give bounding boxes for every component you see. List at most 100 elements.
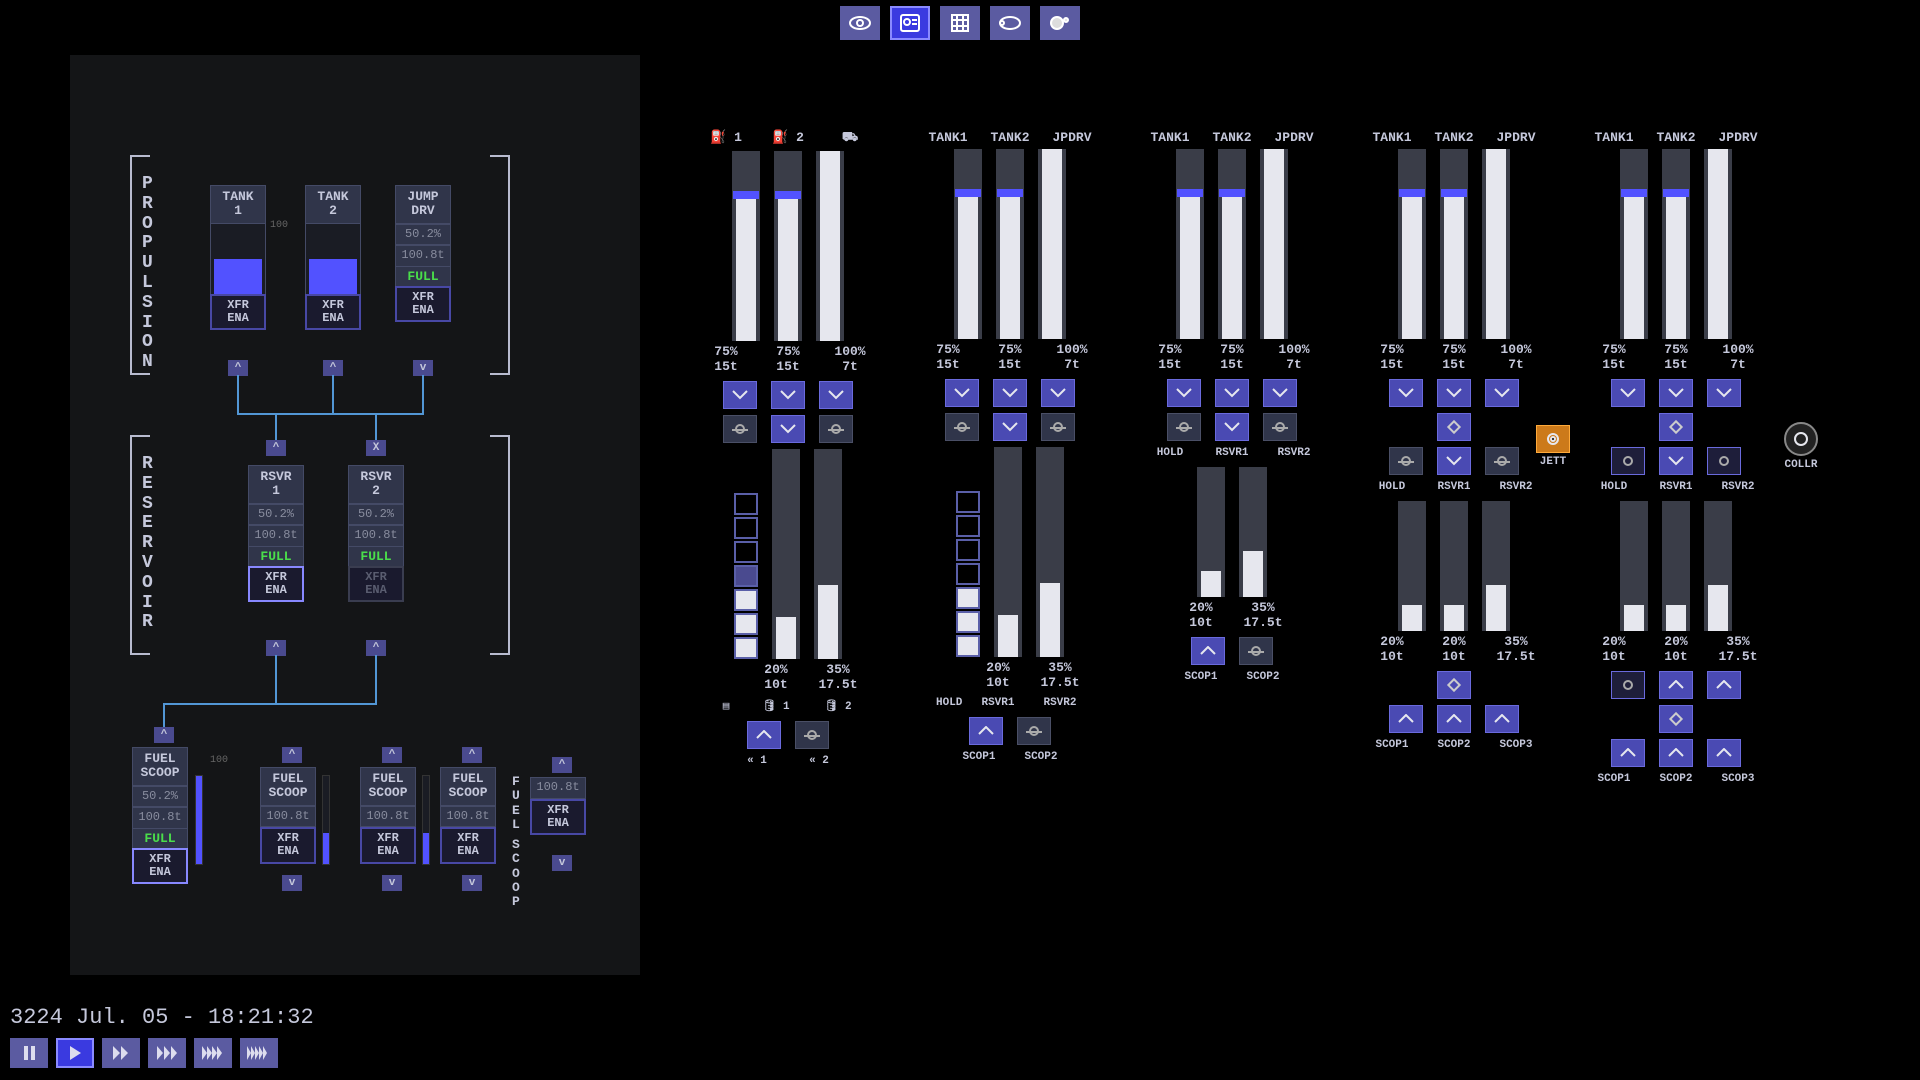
lane-E-scoop-btn-0[interactable]: [1611, 739, 1645, 767]
lane-A-tank-0-bar[interactable]: [732, 151, 760, 341]
lane-E-hub-bot[interactable]: [1659, 705, 1693, 733]
fuel-scoop-5-xfr-button[interactable]: XFR ENA: [530, 799, 586, 835]
fuel-scoop-3-xfr-button[interactable]: XFR ENA: [360, 827, 416, 863]
speed-4x-button[interactable]: [194, 1038, 232, 1068]
lane-A-hold-cell-2[interactable]: [734, 541, 758, 563]
lane-C-rsvr-1-bar[interactable]: [1239, 467, 1267, 597]
tank-1-xfr-button[interactable]: XFR ENA: [210, 294, 266, 330]
lane-C-valve-1[interactable]: [1215, 413, 1249, 441]
lane-A-hold-cell-6[interactable]: [734, 637, 758, 659]
lane-A-valve-0[interactable]: [723, 415, 757, 443]
lane-D-valve-2[interactable]: [1485, 447, 1519, 475]
lane-E-rsvr-2-bar[interactable]: [1704, 501, 1732, 631]
lane-B-hold-cell-4[interactable]: [956, 587, 980, 609]
lane-B-hold-cell-3[interactable]: [956, 563, 980, 585]
tank-2-xfr-button[interactable]: XFR ENA: [305, 294, 361, 330]
lane-B-rsvr-0-bar[interactable]: [994, 447, 1022, 657]
lane-A-scoop-btn-0[interactable]: [747, 721, 781, 749]
lane-E-drop-1[interactable]: [1659, 379, 1693, 407]
lane-E-tank-2-bar[interactable]: [1704, 149, 1732, 339]
lane-E-extra-1[interactable]: [1659, 671, 1693, 699]
lane-B-scoop-btn-1[interactable]: [1017, 717, 1051, 745]
lane-B-hold-cell-1[interactable]: [956, 515, 980, 537]
fuel-scoop-1-xfr-button[interactable]: XFR ENA: [132, 848, 188, 884]
lane-C-drop-1[interactable]: [1215, 379, 1249, 407]
lane-B-hold-cell-5[interactable]: [956, 611, 980, 633]
lane-B-valve-0[interactable]: [945, 413, 979, 441]
lane-A-valve-2[interactable]: [819, 415, 853, 443]
profile-button[interactable]: [890, 6, 930, 40]
lane-A-drop-2[interactable]: [819, 381, 853, 409]
tank-1-arrow[interactable]: ^: [228, 360, 248, 376]
lane-D-rsvr-0-bar[interactable]: [1398, 501, 1426, 631]
jump-drive-arrow[interactable]: v: [413, 360, 433, 376]
lane-C-rsvr-0-bar[interactable]: [1197, 467, 1225, 597]
scoop-5-bot-arrow[interactable]: v: [552, 855, 572, 871]
lane-B-hold-cell-2[interactable]: [956, 539, 980, 561]
lane-E-valve-1[interactable]: [1659, 447, 1693, 475]
lane-D-valve-1[interactable]: [1437, 447, 1471, 475]
lane-D-drop-0[interactable]: [1389, 379, 1423, 407]
lane-E-scoop-btn-2[interactable]: [1707, 739, 1741, 767]
lane-C-tank-0-bar[interactable]: [1176, 149, 1204, 339]
collr-button[interactable]: [1784, 422, 1818, 456]
lane-B-drop-0[interactable]: [945, 379, 979, 407]
rsvr-2-bot-button[interactable]: ^: [366, 640, 386, 656]
lane-A-hold-cell-4[interactable]: [734, 589, 758, 611]
lane-A-tank-2-bar[interactable]: [816, 151, 844, 341]
lane-A-scoop-btn-1[interactable]: [795, 721, 829, 749]
lane-D-drop-1[interactable]: [1437, 379, 1471, 407]
lane-A-hold-cell-0[interactable]: [734, 493, 758, 515]
lane-E-drop-2[interactable]: [1707, 379, 1741, 407]
lane-E-tank-0-bar[interactable]: [1620, 149, 1648, 339]
lane-D-valve-0[interactable]: [1389, 447, 1423, 475]
scoop-5-top-arrow[interactable]: ^: [552, 757, 572, 773]
scoop-3-bot-arrow[interactable]: v: [382, 875, 402, 891]
planet-button[interactable]: [1040, 6, 1080, 40]
lane-B-hold-cell-6[interactable]: [956, 635, 980, 657]
lane-A-valve-1[interactable]: [771, 415, 805, 443]
lane-E-valve-0[interactable]: [1611, 447, 1645, 475]
lane-D-hub-top[interactable]: [1437, 413, 1471, 441]
lane-C-scoop-btn-1[interactable]: [1239, 637, 1273, 665]
scoop-2-top-arrow[interactable]: ^: [282, 747, 302, 763]
lane-D-rsvr-1-bar[interactable]: [1440, 501, 1468, 631]
lane-A-rsvr-1-bar[interactable]: [814, 449, 842, 659]
lane-A-rsvr-0-bar[interactable]: [772, 449, 800, 659]
lane-B-hold-cell-0[interactable]: [956, 491, 980, 513]
rsvr-2-top-button[interactable]: X: [366, 440, 386, 456]
fuel-scoop-4-xfr-button[interactable]: XFR ENA: [440, 827, 496, 863]
lane-A-hold-cell-5[interactable]: [734, 613, 758, 635]
jett-button[interactable]: [1536, 425, 1570, 453]
lane-B-tank-2-bar[interactable]: [1038, 149, 1066, 339]
lane-B-rsvr-1-bar[interactable]: [1036, 447, 1064, 657]
view-button[interactable]: [840, 6, 880, 40]
lane-E-rsvr-1-bar[interactable]: [1662, 501, 1690, 631]
lane-B-drop-2[interactable]: [1041, 379, 1075, 407]
lane-E-tank-1-bar[interactable]: [1662, 149, 1690, 339]
lane-E-extra-2[interactable]: [1707, 671, 1741, 699]
lane-C-drop-2[interactable]: [1263, 379, 1297, 407]
lane-D-drop-2[interactable]: [1485, 379, 1519, 407]
lane-A-drop-0[interactable]: [723, 381, 757, 409]
lane-D-tank-0-bar[interactable]: [1398, 149, 1426, 339]
speed-3x-button[interactable]: [148, 1038, 186, 1068]
lane-D-tank-2-bar[interactable]: [1482, 149, 1510, 339]
lane-B-valve-2[interactable]: [1041, 413, 1075, 441]
lane-C-tank-1-bar[interactable]: [1218, 149, 1246, 339]
lane-B-scoop-btn-0[interactable]: [969, 717, 1003, 745]
lane-D-rsvr-2-bar[interactable]: [1482, 501, 1510, 631]
jump-drive-xfr-button[interactable]: XFR ENA: [395, 286, 451, 322]
lane-E-drop-0[interactable]: [1611, 379, 1645, 407]
lane-C-valve-0[interactable]: [1167, 413, 1201, 441]
play-button[interactable]: [56, 1038, 94, 1068]
lane-B-tank-0-bar[interactable]: [954, 149, 982, 339]
scoop-2-bot-arrow[interactable]: v: [282, 875, 302, 891]
scoop-4-bot-arrow[interactable]: v: [462, 875, 482, 891]
scoop-1-top-arrow[interactable]: ^: [154, 727, 174, 743]
lane-E-hub-top[interactable]: [1659, 413, 1693, 441]
lane-D-scoop-btn-1[interactable]: [1437, 705, 1471, 733]
lane-C-drop-0[interactable]: [1167, 379, 1201, 407]
lane-D-hub-bot[interactable]: [1437, 671, 1471, 699]
lane-E-rsvr-0-bar[interactable]: [1620, 501, 1648, 631]
